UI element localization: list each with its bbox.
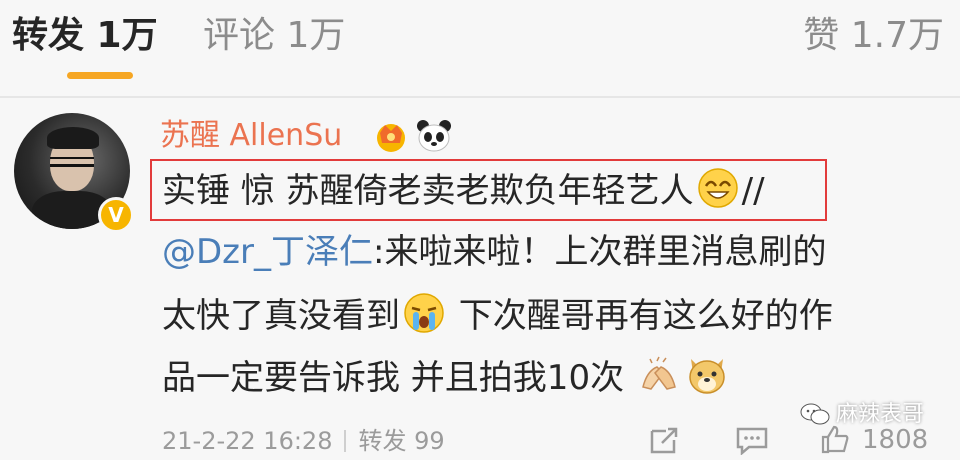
verified-badge: V <box>98 197 134 233</box>
post-text: 实锤 惊 苏醒倚老卖老欺负年轻艺人 <box>162 171 694 211</box>
post-line-2: @Dzr_丁泽仁:来啦来啦！上次群里消息刷的 <box>162 228 826 276</box>
tab-like[interactable]: 赞 1.7万 <box>803 12 944 60</box>
divider <box>0 96 960 98</box>
watermark: 麻辣表哥 <box>800 400 924 430</box>
clapping-hands-icon <box>641 356 676 390</box>
watermark-text: 麻辣表哥 <box>836 402 925 427</box>
username[interactable]: 苏醒 AllenSu <box>160 116 342 156</box>
active-tab-indicator <box>67 72 133 79</box>
footer-separator <box>344 430 347 452</box>
grin-emoji-icon <box>697 168 738 208</box>
post-text: 品一定要告诉我 并且拍我10次 <box>162 358 625 398</box>
mention-link[interactable]: @Dzr_丁泽仁 <box>162 232 373 272</box>
tab-repost[interactable]: 转发 1万 <box>12 12 158 60</box>
doge-emoji-icon <box>689 359 725 394</box>
timestamp: 21-2-22 16:28 <box>162 427 333 455</box>
post-text-tail: // <box>741 171 765 211</box>
post-line-1: 实锤 惊 苏醒倚老卖老欺负年轻艺人 // <box>162 166 765 215</box>
post-footer: 21-2-22 16:28 转发 99 <box>162 425 445 457</box>
post-line-3: 太快了真没看到 下次醒哥再有这么好的作 <box>162 291 833 340</box>
comment-icon[interactable] <box>735 425 769 455</box>
post-text: 太快了真没看到 <box>162 296 400 336</box>
post-line-4: 品一定要告诉我 并且拍我10次 <box>162 353 731 402</box>
panda-icon <box>417 120 451 152</box>
tab-comment[interactable]: 评论 1万 <box>203 12 345 60</box>
post-text: :来啦来啦！上次群里消息刷的 <box>373 232 827 272</box>
crown-icon <box>377 124 405 152</box>
share-icon[interactable] <box>648 425 680 455</box>
repost-count[interactable]: 转发 99 <box>358 427 444 455</box>
tab-bar: 转发 1万 评论 1万 赞 1.7万 <box>0 0 960 96</box>
wechat-icon <box>800 403 830 425</box>
crying-emoji-icon <box>404 293 444 333</box>
post-text: 下次醒哥再有这么好的作 <box>448 296 833 336</box>
